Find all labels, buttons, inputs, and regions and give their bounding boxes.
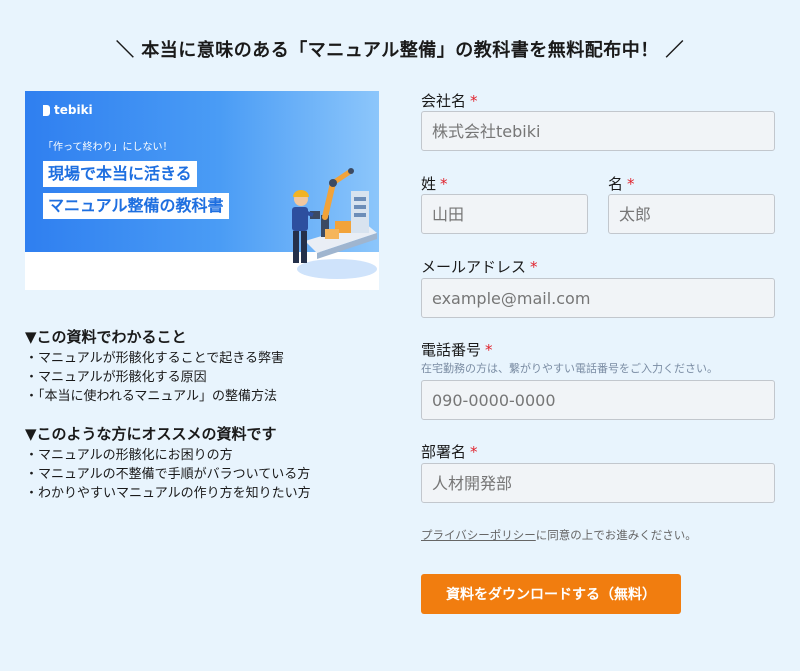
first-name-label: 名 * (608, 175, 635, 193)
learn-list: ・マニュアルが形骸化することで起きる弊害 ・マニュアルが形骸化する原因 ・「本当… (25, 349, 385, 406)
logo-text: tebiki (54, 103, 93, 117)
info-section-learn: ▼この資料でわかること ・マニュアルが形骸化することで起きる弊害 ・マニュアルが… (25, 326, 385, 406)
list-item: ・マニュアルが形骸化することで起きる弊害 (25, 351, 284, 366)
tebiki-logo: tebiki (43, 103, 93, 117)
email-input[interactable] (421, 278, 775, 318)
first-name-input[interactable] (608, 194, 775, 234)
banner-title-line1: 現場で本当に活きる (43, 161, 197, 187)
department-label: 部署名 * (421, 443, 478, 461)
required-mark: * (470, 92, 478, 110)
last-name-label: 姓 * (421, 175, 448, 193)
privacy-policy-link[interactable]: プライバシーポリシー (421, 528, 536, 542)
phone-label: 電話番号 * (421, 341, 493, 359)
required-mark: * (485, 341, 493, 359)
list-item: ・「本当に使われるマニュアル」の整備方法 (25, 389, 277, 404)
info-heading-learn: ▼この資料でわかること (25, 328, 187, 346)
list-item: ・マニュアルが形骸化する原因 (25, 370, 207, 385)
phone-input[interactable] (421, 380, 775, 420)
company-label: 会社名 * (421, 92, 478, 110)
email-label: メールアドレス * (421, 258, 538, 276)
info-section-audience: ▼このような方にオススメの資料です ・マニュアルの形骸化にお困りの方 ・マニュア… (25, 423, 385, 503)
logo-mark-icon (43, 104, 50, 116)
list-item: ・マニュアルの形骸化にお困りの方 (25, 448, 233, 463)
banner-title-line2: マニュアル整備の教科書 (43, 193, 229, 219)
ebook-banner: tebiki 「作って終わり」にしない！ 現場で本当に活きる マニュアル整備の教… (25, 91, 379, 290)
privacy-consent: プライバシーポリシーに同意の上でお進みください。 (421, 527, 697, 543)
department-input[interactable] (421, 463, 775, 503)
last-name-input[interactable] (421, 194, 588, 234)
list-item: ・マニュアルの不整備で手順がバラついている方 (25, 467, 311, 482)
audience-list: ・マニュアルの形骸化にお困りの方 ・マニュアルの不整備で手順がバラついている方 … (25, 446, 385, 503)
factory-worker-robot-illustration (292, 168, 377, 279)
privacy-text: に同意の上でお進みください。 (535, 528, 697, 542)
page-headline: ＼ 本当に意味のある「マニュアル整備」の教科書を無料配布中！ ／ (116, 40, 684, 61)
required-mark: * (530, 258, 538, 276)
banner-tagline: 「作って終わり」にしない！ (43, 142, 173, 153)
required-mark: * (470, 443, 478, 461)
download-button[interactable]: 資料をダウンロードする（無料） (421, 574, 681, 614)
info-heading-audience: ▼このような方にオススメの資料です (25, 425, 277, 443)
list-item: ・わかりやすいマニュアルの作り方を知りたい方 (25, 486, 311, 501)
company-input[interactable] (421, 111, 775, 151)
required-mark: * (627, 175, 635, 193)
required-mark: * (440, 175, 448, 193)
phone-note: 在宅勤務の方は、繋がりやすい電話番号をご入力ください。 (421, 362, 718, 375)
